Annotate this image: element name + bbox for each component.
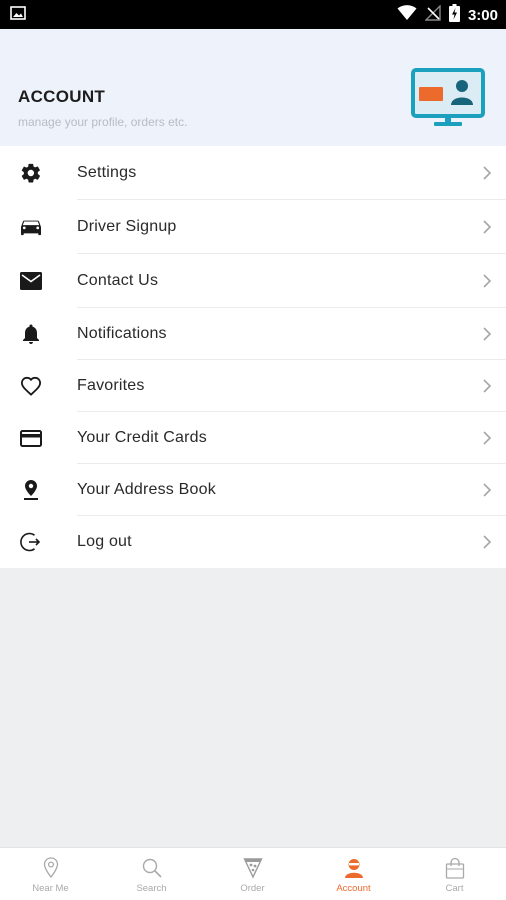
pizza-icon	[242, 857, 263, 884]
menu-item-log-out[interactable]: Log out	[0, 516, 506, 568]
tab-label: Order	[240, 883, 265, 894]
menu-item-label: Your Address Book	[77, 481, 216, 498]
account-menu: Settings Driver Signup Contact Us Notifi…	[0, 146, 506, 568]
menu-item-credit-cards[interactable]: Your Credit Cards	[0, 412, 506, 464]
tab-order[interactable]: Order	[202, 848, 303, 900]
tab-search[interactable]: Search	[101, 848, 202, 900]
menu-item-notifications[interactable]: Notifications	[0, 308, 506, 360]
wifi-icon	[397, 5, 417, 26]
envelope-icon	[17, 267, 45, 295]
chevron-right-icon	[480, 166, 494, 180]
bell-icon	[17, 320, 45, 348]
credit-card-icon	[17, 424, 45, 452]
tab-label: Cart	[445, 883, 464, 894]
menu-item-label: Settings	[77, 164, 137, 181]
heart-icon	[17, 372, 45, 400]
search-icon	[141, 857, 163, 884]
menu-item-address-book[interactable]: Your Address Book	[0, 464, 506, 516]
chevron-right-icon	[480, 379, 494, 393]
tab-near-me[interactable]: Near Me	[0, 848, 101, 900]
menu-item-label: Log out	[77, 533, 132, 550]
no-signal-icon	[424, 4, 441, 26]
bottom-tab-bar: Near Me Search Order Account Cart	[0, 847, 506, 900]
tab-account[interactable]: Account	[303, 848, 404, 900]
account-header: ACCOUNT manage your profile, orders etc.	[0, 29, 506, 146]
shopping-bag-icon	[445, 857, 465, 884]
menu-item-contact-us[interactable]: Contact Us	[0, 254, 506, 308]
tab-label: Account	[336, 883, 371, 894]
monitor-profile-icon	[410, 67, 488, 134]
menu-item-label: Favorites	[77, 377, 145, 394]
chevron-right-icon	[480, 535, 494, 549]
logout-icon	[17, 528, 45, 556]
page-title: ACCOUNT	[18, 87, 106, 106]
tab-label: Near Me	[32, 883, 69, 894]
menu-item-favorites[interactable]: Favorites	[0, 360, 506, 412]
chevron-right-icon	[480, 220, 494, 234]
clock: 3:00	[467, 7, 498, 24]
menu-item-label: Your Credit Cards	[77, 429, 207, 446]
menu-item-label: Driver Signup	[77, 218, 177, 235]
menu-item-label: Notifications	[77, 325, 167, 342]
chevron-right-icon	[480, 327, 494, 341]
gallery-notification-icon	[10, 6, 26, 25]
car-icon	[17, 213, 45, 241]
gear-icon	[17, 159, 45, 187]
chevron-right-icon	[480, 274, 494, 288]
page-subtitle: manage your profile, orders etc.	[18, 115, 188, 129]
map-pin-icon	[43, 857, 59, 884]
status-bar: 3:00	[0, 0, 506, 29]
user-icon	[343, 857, 365, 884]
menu-item-driver-signup[interactable]: Driver Signup	[0, 200, 506, 254]
menu-item-settings[interactable]: Settings	[0, 146, 506, 200]
chevron-right-icon	[480, 431, 494, 445]
menu-item-label: Contact Us	[77, 272, 159, 289]
chevron-right-icon	[480, 483, 494, 497]
location-pin-icon	[17, 476, 45, 504]
tab-label: Search	[136, 883, 167, 894]
battery-charging-icon	[448, 4, 460, 27]
tab-cart[interactable]: Cart	[404, 848, 505, 900]
